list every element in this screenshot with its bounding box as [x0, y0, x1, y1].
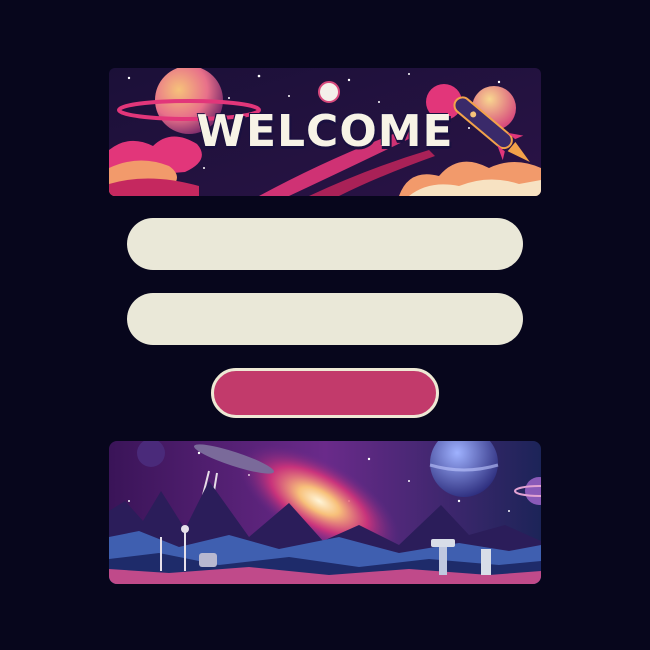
- welcome-banner: WELCOME: [109, 68, 541, 196]
- space-landscape-art: [109, 441, 541, 584]
- login-button[interactable]: [211, 368, 439, 418]
- username-input[interactable]: [127, 218, 523, 270]
- login-screen: WELCOME: [0, 0, 650, 650]
- space-landscape-image: [109, 441, 541, 584]
- space-banner-art: [109, 68, 541, 196]
- password-input[interactable]: [127, 293, 523, 345]
